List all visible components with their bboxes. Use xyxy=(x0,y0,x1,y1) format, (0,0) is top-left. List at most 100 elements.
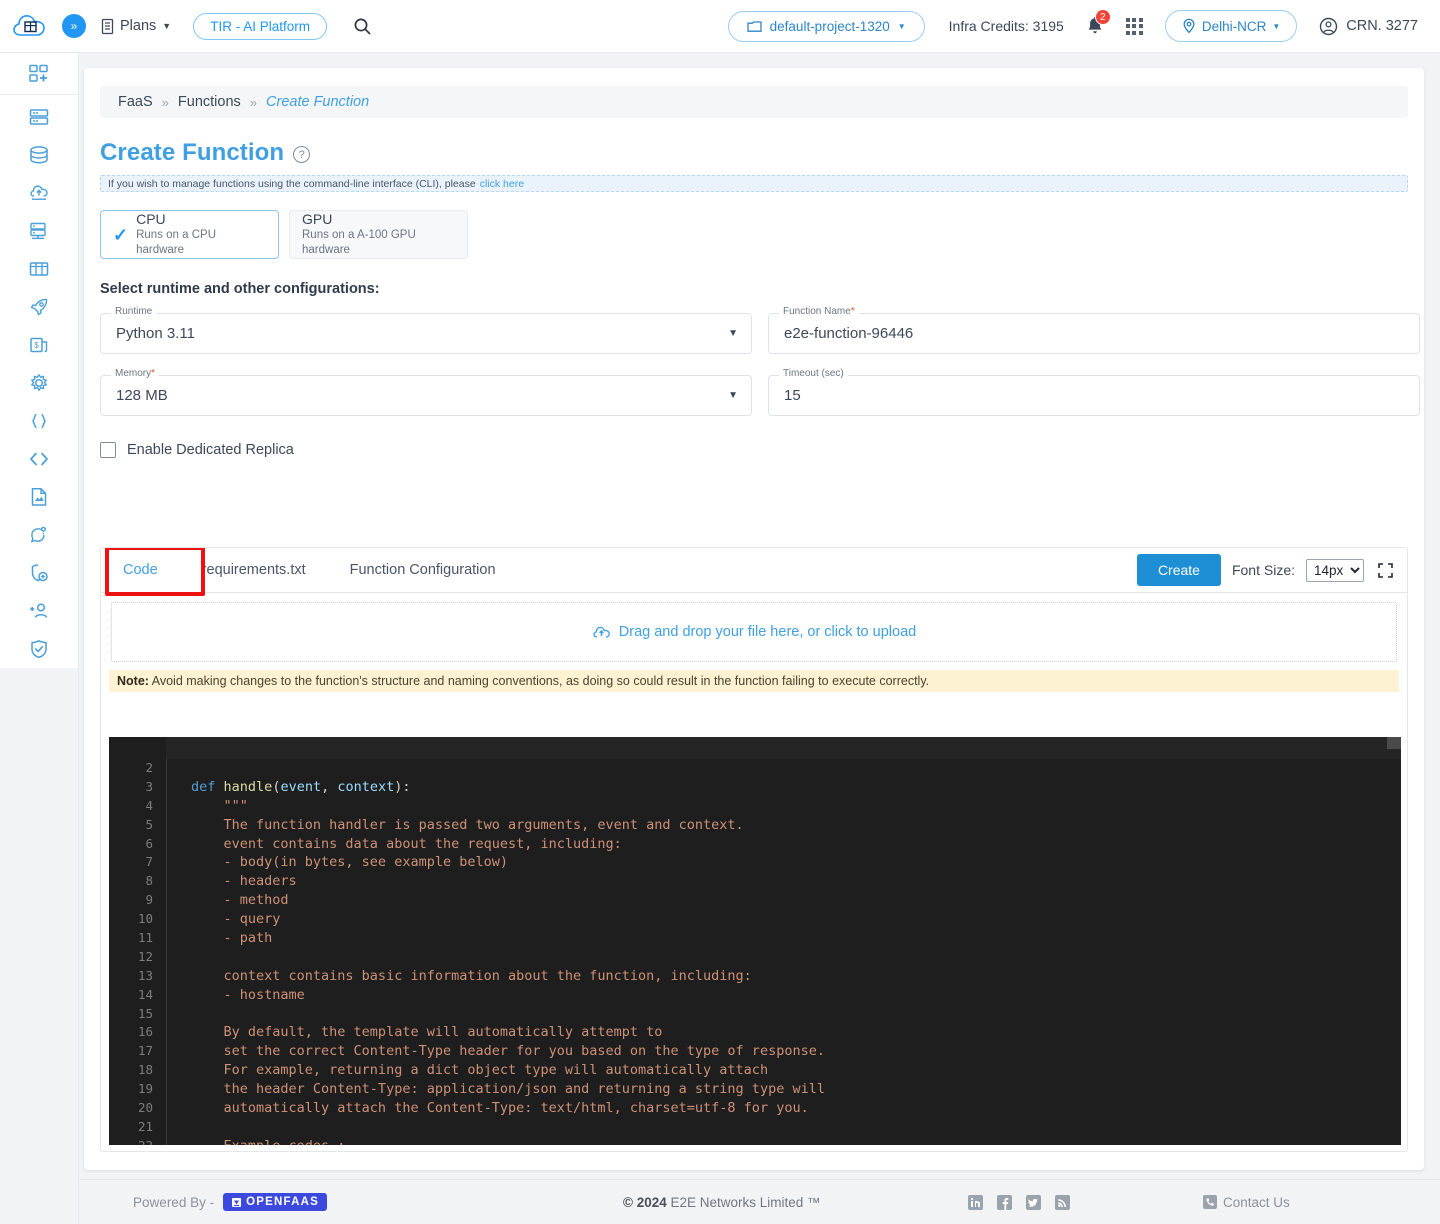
memory-chevron-down-icon[interactable]: ▼ xyxy=(728,375,738,416)
page-title: Create Function xyxy=(100,139,285,166)
tir-ai-platform-button[interactable]: TIR - AI Platform xyxy=(193,12,327,40)
sidebar-item-compute[interactable] xyxy=(0,98,78,136)
sidebar-item-settings[interactable] xyxy=(0,364,78,402)
footer-contact-us[interactable]: Contact Us xyxy=(1203,1195,1290,1210)
function-name-value: e2e-function-96446 xyxy=(784,325,914,342)
cloud-upload-icon xyxy=(30,185,48,200)
code-line-number: 16 xyxy=(137,1024,153,1040)
page-footer: Legal Powered By - OPENFAAS © 2024 E2E N… xyxy=(0,1179,1440,1224)
code-line-number: 9 xyxy=(145,892,153,908)
code-line: 17 set the correct Content-Type header f… xyxy=(109,1042,1401,1062)
compute-icon xyxy=(29,109,49,125)
sidebar-item-add-resource[interactable] xyxy=(0,53,78,95)
sidebar-item-code[interactable] xyxy=(0,440,78,478)
twitter-icon[interactable] xyxy=(1026,1194,1041,1210)
openfaas-badge[interactable]: OPENFAAS xyxy=(223,1193,327,1211)
breadcrumb-item-faas[interactable]: FaaS xyxy=(118,94,153,110)
create-button[interactable]: Create xyxy=(1136,554,1221,586)
region-selector[interactable]: Delhi-NCR ▼ xyxy=(1164,10,1298,42)
fullscreen-button[interactable] xyxy=(1377,562,1394,579)
sidebar-item-support[interactable] xyxy=(0,516,78,554)
code-line-text: - query xyxy=(191,911,281,928)
powered-by-label: Powered By - xyxy=(133,1194,215,1210)
sidebar-item-api[interactable] xyxy=(0,402,78,440)
rocket-icon xyxy=(30,298,48,316)
dedicated-replica-checkbox-row[interactable]: Enable Dedicated Replica xyxy=(100,442,1424,458)
sidebar-item-cloud-upload[interactable] xyxy=(0,174,78,212)
user-account-icon xyxy=(1320,17,1338,35)
rss-icon[interactable] xyxy=(1055,1194,1070,1210)
config-section-label: Select runtime and other configurations: xyxy=(100,281,380,297)
tab-function-configuration[interactable]: Function Configuration xyxy=(328,548,518,593)
sidebar-collapse-button[interactable]: » xyxy=(62,14,86,38)
hardware-option-cpu[interactable]: ✓ CPU Runs on a CPU hardware xyxy=(100,210,279,259)
code-line-number: 8 xyxy=(145,873,153,889)
sidebar-item-kubernetes[interactable] xyxy=(0,250,78,288)
dedicated-replica-checkbox[interactable] xyxy=(100,442,116,458)
code-line: 6 event contains data about the request,… xyxy=(109,834,1401,854)
font-size-select[interactable]: 10px12px14px16px18px20px xyxy=(1306,558,1364,582)
help-icon[interactable]: ? xyxy=(293,146,311,163)
cli-click-here-link[interactable]: click here xyxy=(480,178,524,190)
tab-code[interactable]: Code xyxy=(101,548,180,593)
cloud-upload-icon xyxy=(593,626,610,638)
memory-select[interactable]: Memory* 128 MB ▼ xyxy=(100,368,752,416)
hardware-option-gpu[interactable]: GPU Runs on a A-100 GPU hardware xyxy=(289,210,468,259)
code-line: 16 By default, the template will automat… xyxy=(109,1023,1401,1043)
apps-grid-button[interactable] xyxy=(1125,17,1143,35)
code-line-number: 19 xyxy=(137,1081,153,1097)
sidebar-item-shield-add[interactable] xyxy=(0,554,78,592)
tab-requirements[interactable]: requirements.txt xyxy=(180,548,328,593)
document-icon xyxy=(31,488,47,506)
code-line: 14 - hostname xyxy=(109,985,1401,1005)
code-editor[interactable]: 2 3 def handle(event, context): 4 """ 5 The … xyxy=(109,737,1401,1145)
code-line: 11 - path xyxy=(109,929,1401,948)
account-menu[interactable]: CRN. 3277 xyxy=(1319,17,1418,36)
copyright-company: E2E Networks Limited ™ xyxy=(666,1194,821,1210)
code-line-number: 20 xyxy=(137,1100,153,1116)
sidebar-item-server-network[interactable] xyxy=(0,212,78,250)
code-line-text: event contains data about the request, i… xyxy=(191,835,622,852)
file-dropzone[interactable]: Drag and drop your file here, or click t… xyxy=(111,602,1397,662)
search-button[interactable] xyxy=(353,17,372,36)
notifications-button[interactable]: 2 xyxy=(1086,9,1111,36)
runtime-chevron-down-icon[interactable]: ▼ xyxy=(728,313,738,354)
code-line-number: 2 xyxy=(145,760,153,775)
runtime-select[interactable]: Runtime Python 3.11 ▼ xyxy=(100,306,752,354)
sidebar-item-add-user[interactable] xyxy=(0,592,78,630)
runtime-value: Python 3.11 xyxy=(116,325,195,342)
grid-dot-icon xyxy=(1125,24,1130,28)
grid-dot-icon xyxy=(1132,17,1137,22)
sidebar-item-document[interactable] xyxy=(0,478,78,516)
sidebar-item-database[interactable] xyxy=(0,136,78,174)
dropzone-text: Drag and drop your file here, or click t… xyxy=(618,624,917,640)
sidebar-item-billing[interactable]: $ xyxy=(0,326,78,364)
timeout-field[interactable]: Timeout (sec) 15 xyxy=(768,368,1420,416)
billing-icon: $ xyxy=(30,337,48,353)
code-scrollbar[interactable] xyxy=(1387,737,1401,749)
plans-icon xyxy=(101,18,114,34)
function-name-field[interactable]: Function Name* e2e-function-96446 xyxy=(768,306,1420,354)
code-gutter-top xyxy=(109,737,166,759)
sidebar-item-rocket[interactable] xyxy=(0,288,78,326)
timeout-value: 15 xyxy=(784,387,801,404)
database-icon xyxy=(30,146,48,164)
account-label: CRN. 3277 xyxy=(1346,18,1418,34)
facebook-icon[interactable] xyxy=(997,1194,1012,1210)
breadcrumb-item-functions[interactable]: Functions xyxy=(178,94,241,110)
hardware-selector: ✓ CPU Runs on a CPU hardware GPU Runs on… xyxy=(100,210,1424,259)
page-header: Create Function ? xyxy=(100,139,1424,167)
infra-credits: Infra Credits: 3195 xyxy=(948,18,1064,34)
brand-logo[interactable] xyxy=(0,11,62,41)
project-selector[interactable]: default-project-1320 ▼ xyxy=(727,10,925,42)
top-right-controls: default-project-1320 ▼ Infra Credits: 31… xyxy=(727,9,1440,42)
code-line-number: 6 xyxy=(145,835,153,851)
code-line-number: 17 xyxy=(137,1043,153,1059)
code-line: 18 For example, returning a dict object … xyxy=(109,1061,1401,1081)
plans-menu[interactable]: Plans ▼ xyxy=(100,18,171,35)
linkedin-icon[interactable] xyxy=(968,1194,983,1210)
sidebar-item-security[interactable] xyxy=(0,630,78,668)
